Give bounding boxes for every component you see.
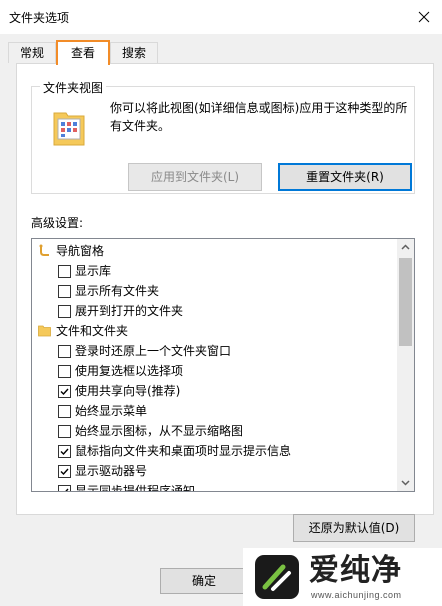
navigation-pane-icon	[39, 244, 49, 256]
checkbox-checked[interactable]	[58, 485, 71, 491]
brand-logo-icon	[255, 555, 299, 599]
scroll-down-icon[interactable]	[397, 474, 414, 491]
settings-checkbox-row[interactable]: 使用复选框以选择项	[32, 361, 397, 381]
window-title: 文件夹选项	[9, 11, 70, 25]
checkmark-icon	[60, 448, 69, 456]
checkbox-unchecked[interactable]	[58, 365, 71, 378]
checkmark-icon	[65, 488, 69, 491]
watermark-brand: 爱纯净	[309, 553, 402, 588]
restore-defaults-button[interactable]: 还原为默认值(D)	[293, 514, 415, 542]
watermark-url: www.aichunjing.com	[311, 590, 402, 600]
settings-checkbox-row[interactable]: 始终显示图标，从不显示缩略图	[32, 421, 397, 441]
settings-checkbox-label: 展开到打开的文件夹	[75, 304, 184, 318]
settings-group-row: 导航窗格	[32, 241, 397, 261]
reset-folders-button[interactable]: 重置文件夹(R)	[278, 163, 412, 191]
settings-checkbox-label: 显示所有文件夹	[75, 284, 160, 298]
folder-views-group: 文件夹视图 你可以将此视图(如详细信息或图标)应用于这种类型的所有文件夹。 应用…	[31, 79, 415, 194]
advanced-settings-label: 高级设置:	[31, 216, 84, 230]
settings-checkbox-row[interactable]: 始终显示菜单	[32, 401, 397, 421]
settings-checkbox-label: 显示驱动器号	[75, 464, 148, 478]
ok-button[interactable]: 确定	[160, 568, 248, 594]
settings-checkbox-label: 显示同步提供程序通知	[75, 484, 196, 491]
settings-checkbox-label: 始终显示图标，从不显示缩略图	[75, 424, 244, 438]
apply-to-folders-button[interactable]: 应用到文件夹(L)	[128, 163, 262, 191]
checkbox-unchecked[interactable]	[58, 265, 71, 278]
settings-group-label: 文件和文件夹	[56, 324, 129, 338]
folder-icon	[38, 325, 51, 337]
settings-checkbox-row[interactable]: 显示所有文件夹	[32, 281, 397, 301]
settings-checkbox-label: 使用共享向导(推荐)	[75, 384, 181, 398]
settings-checkbox-label: 使用复选框以选择项	[75, 364, 184, 378]
settings-checkbox-label: 始终显示菜单	[75, 404, 148, 418]
settings-checkbox-label: 鼠标指向文件夹和桌面项时显示提示信息	[75, 444, 292, 458]
checkbox-unchecked[interactable]	[58, 405, 71, 418]
checkbox-checked[interactable]	[58, 385, 71, 398]
scroll-thumb[interactable]	[399, 258, 412, 346]
checkmark-icon	[60, 468, 69, 476]
checkbox-checked[interactable]	[58, 445, 71, 458]
advanced-settings-list[interactable]: 导航窗格显示库显示所有文件夹展开到打开的文件夹文件和文件夹登录时还原上一个文件夹…	[31, 238, 415, 492]
title-bar: 文件夹选项	[0, 0, 442, 34]
folder-views-description: 你可以将此视图(如详细信息或图标)应用于这种类型的所有文件夹。	[110, 101, 408, 133]
folder-views-title: 文件夹视图	[40, 79, 107, 96]
tab-view[interactable]: 查看	[56, 40, 110, 65]
settings-checkbox-row[interactable]: 显示驱动器号	[32, 461, 397, 481]
checkbox-checked[interactable]	[58, 465, 71, 478]
settings-checkbox-row[interactable]: 展开到打开的文件夹	[32, 301, 397, 321]
settings-group-row: 文件和文件夹	[32, 321, 397, 341]
scroll-up-icon[interactable]	[397, 239, 414, 256]
checkbox-unchecked[interactable]	[58, 425, 71, 438]
checkbox-unchecked[interactable]	[58, 345, 71, 358]
settings-checkbox-label: 登录时还原上一个文件夹窗口	[75, 344, 232, 358]
folder-view-icon	[53, 112, 85, 146]
settings-group-label: 导航窗格	[56, 244, 105, 258]
checkbox-unchecked[interactable]	[58, 305, 71, 318]
tab-search[interactable]: 搜索	[110, 42, 158, 63]
settings-checkbox-row[interactable]: 显示同步提供程序通知	[32, 481, 397, 491]
view-tab-panel: 文件夹视图 你可以将此视图(如详细信息或图标)应用于这种类型的所有文件夹。 应用…	[16, 63, 434, 542]
tab-general[interactable]: 常规	[8, 42, 56, 63]
settings-checkbox-row[interactable]: 显示库	[32, 261, 397, 281]
checkbox-unchecked[interactable]	[58, 285, 71, 298]
settings-checkbox-row[interactable]: 登录时还原上一个文件夹窗口	[32, 341, 397, 361]
vertical-scrollbar[interactable]	[397, 239, 414, 491]
advanced-settings-items: 导航窗格显示库显示所有文件夹展开到打开的文件夹文件和文件夹登录时还原上一个文件夹…	[32, 239, 397, 491]
settings-checkbox-label: 显示库	[75, 264, 112, 278]
watermark: 爱纯净 www.aichunjing.com	[243, 548, 442, 606]
checkmark-icon	[60, 388, 69, 396]
settings-checkbox-row[interactable]: 鼠标指向文件夹和桌面项时显示提示信息	[32, 441, 397, 461]
close-icon[interactable]	[412, 5, 436, 29]
settings-checkbox-row[interactable]: 使用共享向导(推荐)	[32, 381, 397, 401]
